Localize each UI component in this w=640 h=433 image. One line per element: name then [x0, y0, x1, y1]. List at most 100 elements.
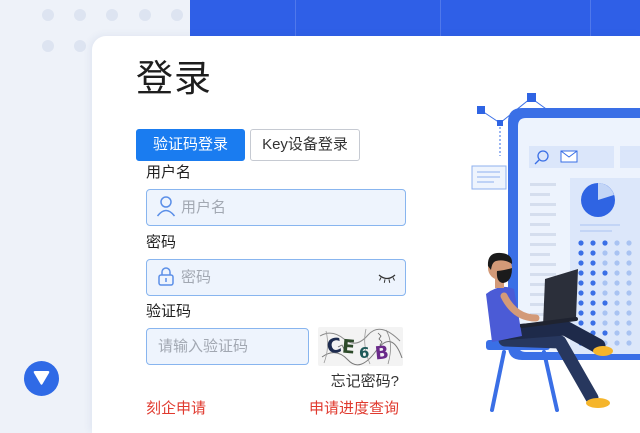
tab-key-device-login[interactable]: Key设备登录: [250, 129, 360, 161]
decor-dot: [74, 40, 86, 52]
monitor-dot: [578, 270, 584, 276]
monitor-dot: [578, 320, 584, 326]
scroll-down-button[interactable]: [24, 361, 59, 396]
monitor-dot: [590, 270, 596, 276]
progress-query-link[interactable]: 申请进度查询: [309, 399, 399, 419]
captcha-char: B: [374, 342, 390, 364]
monitor-dot: [614, 290, 620, 296]
decor-dot: [171, 9, 183, 21]
monitor-dot: [590, 240, 596, 246]
decor-dot: [42, 9, 54, 21]
monitor-list-line: [530, 263, 556, 266]
decor-dot: [42, 40, 54, 52]
captcha-char: E: [341, 336, 356, 359]
username-label: 用户名: [146, 164, 192, 181]
monitor-list-line: [530, 203, 556, 206]
network-node: [527, 93, 536, 102]
captcha-label: 验证码: [146, 303, 192, 320]
monitor-dot: [602, 280, 608, 286]
monitor-dot: [602, 250, 608, 256]
page-title: 登录: [136, 58, 212, 99]
monitor-dot: [590, 310, 596, 316]
monitor-list-line: [530, 273, 556, 276]
monitor-dot: [578, 240, 584, 246]
monitor-dot: [626, 260, 632, 266]
band-divider: [590, 0, 591, 40]
band-divider: [295, 0, 296, 40]
forgot-password-link[interactable]: 忘记密码?: [331, 372, 399, 392]
captcha-input[interactable]: [158, 329, 303, 364]
monitor-list-line: [530, 243, 556, 246]
monitor-dot: [578, 260, 584, 266]
monitor-list-line: [530, 193, 550, 196]
eye-closed-icon[interactable]: [378, 273, 396, 284]
monitor-dot: [614, 300, 620, 306]
header-band: [190, 0, 640, 40]
monitor-dot: [590, 290, 596, 296]
monitor-dot: [626, 280, 632, 286]
shoe: [593, 346, 613, 356]
monitor-dot: [578, 310, 584, 316]
tab-sms-login[interactable]: 验证码登录: [136, 129, 245, 161]
lock-icon: [158, 267, 174, 286]
monitor-dot: [626, 270, 632, 276]
monitor: [508, 108, 640, 360]
monitor-dot: [590, 320, 596, 326]
monitor-dot: [602, 320, 608, 326]
monitor-dot: [590, 280, 596, 286]
monitor-dot: [602, 330, 608, 336]
monitor-dot: [614, 280, 620, 286]
monitor-dot: [602, 240, 608, 246]
password-input[interactable]: [181, 260, 371, 295]
monitor-dot: [614, 330, 620, 336]
monitor-dot: [614, 260, 620, 266]
monitor-dot: [602, 290, 608, 296]
captcha-image[interactable]: C E 6 B: [318, 327, 403, 366]
monitor-dot: [626, 310, 632, 316]
username-input[interactable]: [181, 190, 396, 225]
monitor-list-line: [530, 233, 556, 236]
captcha-char: 6: [359, 344, 369, 362]
monitor-dot: [626, 240, 632, 246]
monitor-dot: [614, 250, 620, 256]
monitor-dot: [602, 300, 608, 306]
monitor-dot: [614, 320, 620, 326]
pie-chart: [581, 183, 615, 217]
monitor-dot: [614, 270, 620, 276]
monitor-dot: [590, 300, 596, 306]
login-illustration: [471, 93, 640, 412]
user-icon: [156, 196, 176, 217]
monitor-list-line: [530, 213, 556, 216]
monitor-list-line: [530, 253, 550, 256]
monitor-dot: [578, 250, 584, 256]
decor-dot: [74, 9, 86, 21]
arrow-down-icon: [33, 371, 50, 385]
document-icon: [471, 165, 507, 190]
monitor-dot: [602, 310, 608, 316]
chair: [490, 350, 559, 412]
network-node: [477, 106, 485, 114]
monitor-dot: [614, 340, 620, 346]
captcha-field[interactable]: [146, 328, 309, 365]
monitor-dot: [590, 260, 596, 266]
monitor-list-line: [530, 223, 550, 226]
username-field[interactable]: [146, 189, 406, 226]
network-node: [497, 120, 503, 126]
monitor-dot: [626, 340, 632, 346]
monitor-dot: [614, 310, 620, 316]
password-field[interactable]: [146, 259, 406, 296]
monitor-dot: [578, 290, 584, 296]
apply-link[interactable]: 刻企申请: [146, 399, 206, 419]
decor-dot: [106, 9, 118, 21]
monitor-list-line: [530, 183, 556, 186]
password-label: 密码: [146, 234, 177, 251]
monitor-dot: [578, 300, 584, 306]
monitor-dot: [578, 280, 584, 286]
band-divider: [440, 0, 441, 40]
monitor-dot: [626, 320, 632, 326]
monitor-dot: [602, 260, 608, 266]
shoe: [586, 398, 610, 408]
monitor-dot: [626, 250, 632, 256]
monitor-dot: [614, 240, 620, 246]
monitor-dot: [626, 300, 632, 306]
